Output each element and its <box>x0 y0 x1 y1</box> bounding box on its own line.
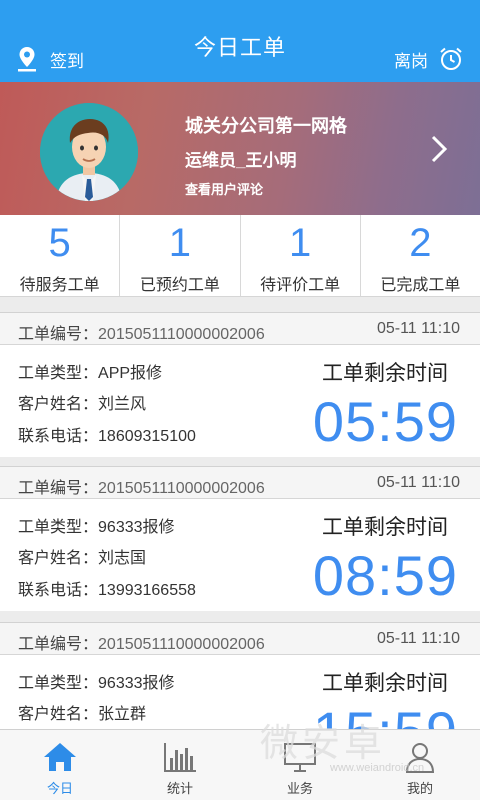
order-customer-label: 客户姓名： <box>18 706 99 723</box>
order-number-value: 2015051110000002006 <box>98 480 265 497</box>
order-type-value: APP报修 <box>98 365 163 382</box>
order-customer-value: 刘志国 <box>98 550 147 567</box>
stat-label: 待服务工单 <box>19 277 100 294</box>
stat-count: 5 <box>48 221 71 265</box>
stat-count: 2 <box>409 221 432 265</box>
stat-label: 已完成工单 <box>380 277 461 294</box>
watermark-url: www.weiandroid.cn <box>330 762 425 774</box>
view-reviews-link[interactable]: 查看用户评论 <box>185 179 263 198</box>
order-time: 05-11 11:10 <box>376 630 460 647</box>
order-header: 工单编号：2015051110000002006 05-11 11:10 <box>0 313 480 345</box>
order-header: 工单编号：2015051110000002006 05-11 11:10 <box>0 623 480 655</box>
order-phone-label: 联系电话： <box>18 582 99 599</box>
order-card[interactable]: 工单编号：2015051110000002006 05-11 11:10 工单类… <box>0 312 480 457</box>
order-number-label: 工单编号： <box>18 326 99 343</box>
order-customer: 客户姓名：刘兰风 <box>18 390 146 414</box>
order-number: 工单编号：2015051110000002006 <box>18 320 265 344</box>
order-phone-value: 13993166558 <box>98 582 196 599</box>
order-phone-label: 联系电话： <box>18 428 99 445</box>
order-phone: 联系电话：13993166558 <box>18 576 196 600</box>
order-number-label: 工单编号： <box>18 636 99 653</box>
order-header: 工单编号：2015051110000002006 05-11 11:10 <box>0 467 480 499</box>
stat-pending[interactable]: 5 待服务工单 <box>0 215 121 296</box>
order-customer-value: 张立群 <box>98 706 147 723</box>
tab-label: 今日 <box>46 781 73 796</box>
order-number-value: 2015051110000002006 <box>98 636 265 653</box>
stat-to-review[interactable]: 1 待评价工单 <box>241 215 361 296</box>
chevron-right-icon[interactable] <box>428 134 450 164</box>
order-type-label: 工单类型： <box>18 365 99 382</box>
stat-reserved[interactable]: 1 已预约工单 <box>120 215 241 296</box>
profile-org: 城关分公司第一网格 <box>185 116 347 136</box>
remaining-time-label: 工单剩余时间 <box>322 516 448 539</box>
order-time: 05-11 11:10 <box>376 474 460 491</box>
stat-completed[interactable]: 2 已完成工单 <box>361 215 480 296</box>
chart-icon <box>164 743 196 772</box>
order-phone: 联系电话：18609315100 <box>18 422 196 446</box>
stat-count: 1 <box>168 221 191 265</box>
order-number-value: 2015051110000002006 <box>98 326 265 343</box>
leave-button[interactable]: 离岗 <box>394 44 464 74</box>
order-card[interactable]: 工单编号：2015051110000002006 05-11 11:10 工单类… <box>0 466 480 611</box>
tab-label: 统计 <box>166 781 193 796</box>
order-number: 工单编号：2015051110000002006 <box>18 630 265 654</box>
order-body: 工单类型：96333报修 客户姓名：刘志国 联系电话：13993166558 工… <box>0 499 480 611</box>
avatar-illustration <box>40 103 138 201</box>
tab-label: 业务 <box>286 781 313 796</box>
order-customer: 客户姓名：刘志国 <box>18 544 146 568</box>
profile-user: 运维员_王小明 <box>185 151 297 170</box>
order-phone-value: 18609315100 <box>98 428 196 445</box>
order-body: 工单类型：APP报修 客户姓名：刘兰风 联系电话：18609315100 工单剩… <box>0 345 480 457</box>
top-bar: 签到 今日工单 离岗 <box>0 0 480 82</box>
order-stats: 5 待服务工单 1 已预约工单 1 待评价工单 2 已完成工单 <box>0 215 480 297</box>
leave-label: 离岗 <box>394 51 428 71</box>
remaining-time-label: 工单剩余时间 <box>322 362 448 385</box>
order-type: 工单类型：96333报修 <box>18 669 175 693</box>
tab-label: 我的 <box>406 781 433 796</box>
order-number-label: 工单编号： <box>18 480 99 497</box>
order-customer-value: 刘兰风 <box>98 396 147 413</box>
tab-statistics[interactable]: 统计 <box>120 730 240 800</box>
order-customer-label: 客户姓名： <box>18 396 99 413</box>
order-customer-label: 客户姓名： <box>18 550 99 567</box>
order-customer: 客户姓名：张立群 <box>18 700 146 724</box>
order-type-value: 96333报修 <box>98 519 175 536</box>
order-number: 工单编号：2015051110000002006 <box>18 474 265 498</box>
tab-today[interactable]: 今日 <box>0 730 120 800</box>
remaining-time: 05:59 <box>312 390 458 453</box>
profile-banner[interactable]: 城关分公司第一网格 运维员_王小明 查看用户评论 <box>0 82 480 215</box>
order-type: 工单类型：96333报修 <box>18 513 175 537</box>
remaining-time-label: 工单剩余时间 <box>322 672 448 695</box>
order-type: 工单类型：APP报修 <box>18 359 162 383</box>
stat-label: 待评价工单 <box>260 277 341 294</box>
order-type-value: 96333报修 <box>98 675 175 692</box>
remaining-time: 08:59 <box>312 544 458 607</box>
stat-count: 1 <box>289 221 312 265</box>
alarm-clock-icon <box>440 47 462 70</box>
stat-label: 已预约工单 <box>139 277 220 294</box>
order-type-label: 工单类型： <box>18 519 99 536</box>
home-icon <box>44 743 76 771</box>
avatar <box>40 103 138 201</box>
watermark: 微安卓 <box>260 721 387 765</box>
order-time: 05-11 11:10 <box>376 320 460 337</box>
order-type-label: 工单类型： <box>18 675 99 692</box>
